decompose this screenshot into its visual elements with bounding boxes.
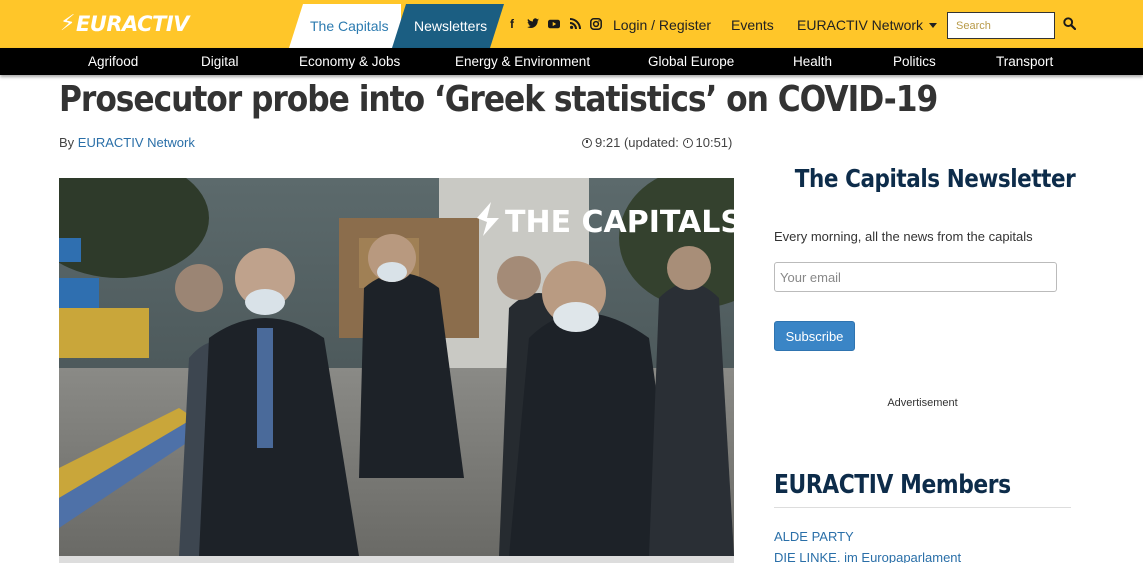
category-transport[interactable]: Transport xyxy=(996,54,1053,69)
category-global-europe[interactable]: Global Europe xyxy=(648,54,734,69)
photo-caption-strip xyxy=(59,556,734,563)
rss-icon[interactable] xyxy=(569,17,581,30)
newsletter-title: The Capitals Newsletter xyxy=(794,164,1076,193)
youtube-icon[interactable] xyxy=(548,17,560,30)
caret-down-icon xyxy=(928,23,937,28)
social-links: f xyxy=(506,17,602,31)
article-timestamp: 9:21 (updated: 10:51) xyxy=(582,135,732,150)
instagram-icon[interactable] xyxy=(590,17,602,30)
author-link[interactable]: EURACTIV Network xyxy=(78,135,195,150)
facebook-icon[interactable]: f xyxy=(506,17,518,31)
tab-newsletters-label: Newsletters xyxy=(414,18,488,34)
newsletter-description: Every morning, all the news from the cap… xyxy=(774,229,1033,244)
updated-label: (updated: xyxy=(623,135,679,150)
advertisement-label: Advertisement xyxy=(887,397,958,409)
search-icon[interactable] xyxy=(1063,17,1077,31)
category-politics[interactable]: Politics xyxy=(893,54,936,69)
euractiv-network-dropdown[interactable]: EURACTIV Network xyxy=(797,17,937,33)
category-agrifood[interactable]: Agrifood xyxy=(88,54,138,69)
search-input[interactable] xyxy=(947,12,1055,39)
login-register-link[interactable]: Login / Register xyxy=(613,17,711,33)
logo-text: EURACTIV xyxy=(75,11,189,36)
subscribe-button[interactable]: Subscribe xyxy=(774,321,855,351)
updated-time: 10:51) xyxy=(695,135,733,150)
tab-newsletters[interactable]: Newsletters xyxy=(392,4,504,48)
top-navigation-bar: ⚡ EURACTIV The Capitals Newsletters f Lo… xyxy=(0,0,1143,48)
clock-icon xyxy=(582,138,592,148)
members-divider xyxy=(774,507,1071,508)
byline-prefix: By xyxy=(59,135,75,150)
category-digital[interactable]: Digital xyxy=(201,54,239,69)
published-time: 9:21 xyxy=(595,135,621,150)
article-photo: THE CAPITALS xyxy=(59,178,734,556)
network-label: EURACTIV Network xyxy=(797,17,924,33)
category-economy-jobs[interactable]: Economy & Jobs xyxy=(299,54,400,69)
category-energy-environment[interactable]: Energy & Environment xyxy=(455,54,590,69)
twitter-icon[interactable] xyxy=(527,17,539,30)
article-headline: Prosecutor probe into ‘Greek statistics’… xyxy=(59,79,938,120)
members-title: EURACTIV Members xyxy=(774,470,1011,500)
euractiv-logo[interactable]: ⚡ EURACTIV xyxy=(60,11,189,36)
category-health[interactable]: Health xyxy=(793,54,832,69)
article-byline: By EURACTIV Network xyxy=(59,135,195,150)
image-watermark: THE CAPITALS xyxy=(505,205,734,240)
logo-mark-icon: ⚡ xyxy=(60,11,75,36)
category-nav-bar: Agrifood Digital Economy & Jobs Energy &… xyxy=(0,48,1143,75)
tab-the-capitals[interactable]: The Capitals xyxy=(289,4,401,48)
clock-icon xyxy=(682,138,693,148)
tab-the-capitals-label: The Capitals xyxy=(310,18,389,34)
email-field[interactable] xyxy=(774,262,1057,292)
member-link[interactable]: ALDE PARTY xyxy=(774,529,854,544)
member-link[interactable]: DIE LINKE. im Europaparlament xyxy=(774,550,961,563)
events-link[interactable]: Events xyxy=(731,17,774,33)
